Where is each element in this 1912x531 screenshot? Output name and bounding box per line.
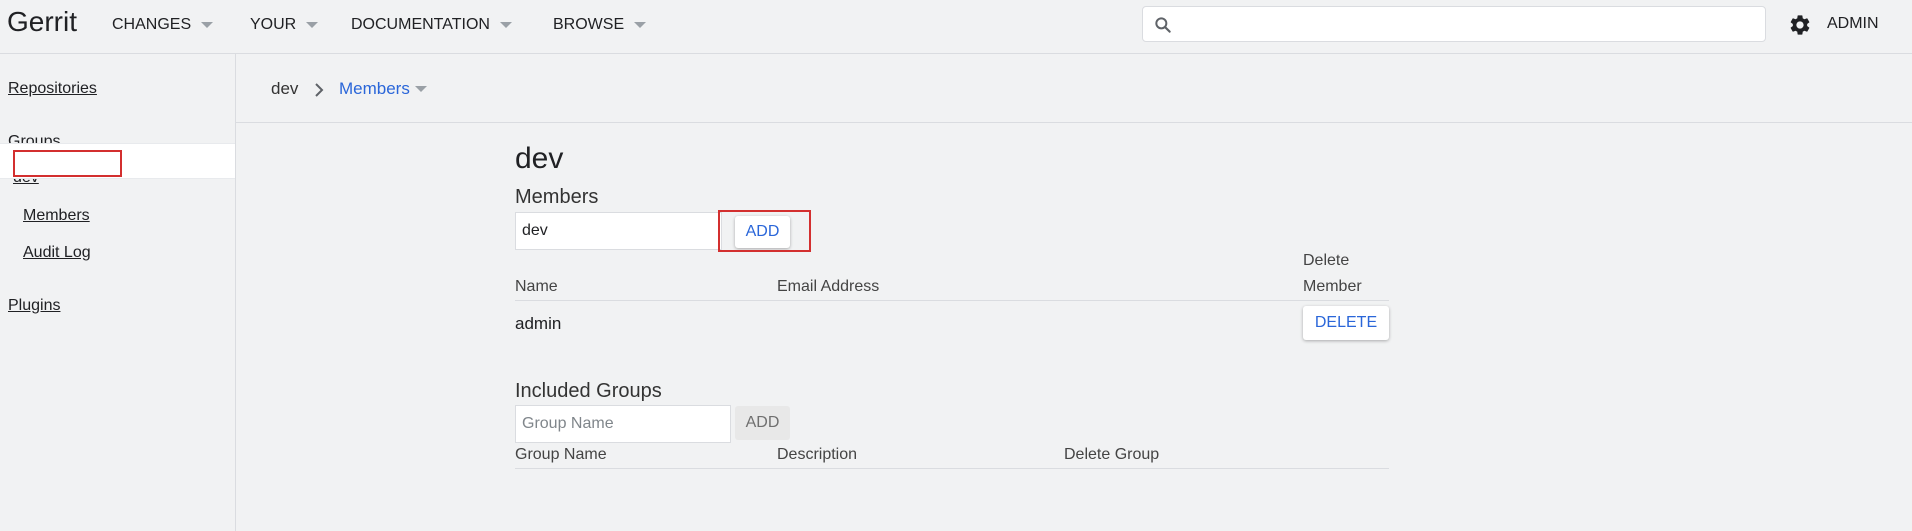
chevron-down-icon <box>306 22 319 28</box>
sidebar-item-plugins[interactable]: Plugins <box>8 297 60 315</box>
delete-member-header-line1: Delete <box>1303 252 1350 269</box>
sidebar <box>0 54 236 531</box>
chevron-down-icon <box>499 22 512 28</box>
breadcrumb-bar <box>236 54 1912 123</box>
search-input[interactable] <box>1183 9 1757 41</box>
breadcrumb-parent[interactable]: dev <box>271 79 298 99</box>
gear-icon[interactable] <box>1788 13 1812 37</box>
menu-changes-label: CHANGES <box>112 16 192 33</box>
breadcrumb-current[interactable]: Members <box>339 79 410 99</box>
description-column-header: Description <box>777 446 858 463</box>
delete-member-button[interactable]: DELETE <box>1303 306 1389 340</box>
member-name-input[interactable] <box>515 212 722 250</box>
group-name-input[interactable] <box>515 405 731 443</box>
account-menu[interactable]: ADMIN <box>1827 15 1879 33</box>
menu-your[interactable]: YOUR <box>250 0 319 50</box>
menu-documentation-label: DOCUMENTATION <box>351 16 490 33</box>
menu-your-label: YOUR <box>250 16 297 33</box>
groups-header-divider <box>515 468 1389 469</box>
sidebar-item-repositories[interactable]: Repositories <box>8 80 97 98</box>
delete-group-column-header: Delete Group <box>1064 446 1160 463</box>
chevron-right-icon <box>315 83 324 97</box>
menu-browse-label: BROWSE <box>553 16 625 33</box>
top-bar: Gerrit CHANGES YOUR DOCUMENTATION BROWSE… <box>0 0 1912 54</box>
menu-documentation[interactable]: DOCUMENTATION <box>351 0 512 50</box>
menu-browse[interactable]: BROWSE <box>553 0 647 50</box>
add-button-highlight-box <box>718 210 811 252</box>
email-column-header: Email Address <box>777 278 880 295</box>
page-title: dev <box>515 142 564 175</box>
sidebar-item-members[interactable]: Members <box>23 207 90 225</box>
gerrit-logo[interactable]: Gerrit <box>7 6 77 38</box>
chevron-down-icon <box>634 22 647 28</box>
sidebar-item-audit-log[interactable]: Audit Log <box>23 244 91 262</box>
members-header-divider <box>515 300 1389 301</box>
add-group-button[interactable]: ADD <box>735 406 790 440</box>
group-name-column-header: Group Name <box>515 446 607 463</box>
menu-changes[interactable]: CHANGES <box>112 0 214 50</box>
chevron-down-icon[interactable] <box>415 86 427 92</box>
delete-member-header-line2: Member <box>1303 278 1362 295</box>
chevron-down-icon <box>201 22 214 28</box>
search-box[interactable] <box>1142 6 1766 42</box>
member-name-cell: admin <box>515 314 562 333</box>
search-icon <box>1155 17 1171 33</box>
members-section-title: Members <box>515 186 599 208</box>
included-groups-section-title: Included Groups <box>515 380 662 402</box>
name-column-header: Name <box>515 278 558 295</box>
members-highlight-box <box>13 150 122 177</box>
